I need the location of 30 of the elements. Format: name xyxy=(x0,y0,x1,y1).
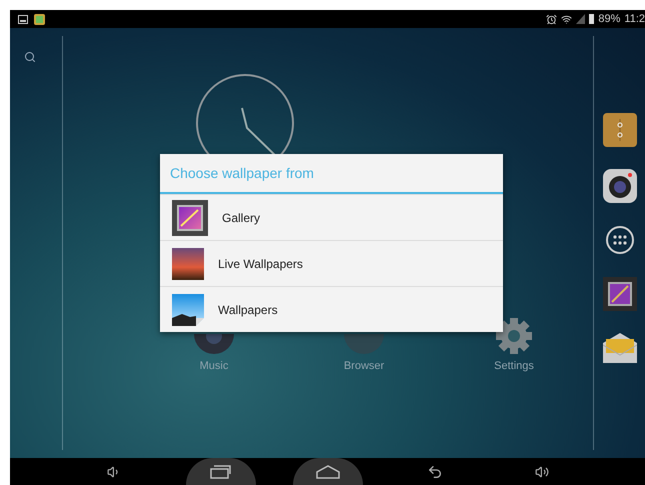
recents-button[interactable] xyxy=(186,458,256,485)
recents-icon xyxy=(210,464,232,478)
signal-icon xyxy=(576,14,586,24)
dialog-option[interactable]: Live Wallpapers xyxy=(160,240,503,286)
camera-icon[interactable] xyxy=(602,169,636,203)
sunset-icon xyxy=(172,248,204,280)
gear-icon xyxy=(494,316,534,356)
app-icon xyxy=(34,14,45,24)
search-icon[interactable] xyxy=(24,51,36,63)
dialog-option[interactable]: Gallery xyxy=(160,194,503,240)
volume-up-icon xyxy=(534,464,548,478)
alarm-icon xyxy=(546,14,558,24)
wifi-icon xyxy=(561,14,572,24)
battery-percent: 89% xyxy=(598,13,620,25)
landscape-icon xyxy=(172,294,204,326)
picture-frame-icon xyxy=(172,200,208,236)
status-time: 11:2 xyxy=(624,13,645,25)
app-label[interactable]: Settings xyxy=(494,360,534,372)
picture-frame-icon[interactable] xyxy=(602,277,636,311)
battery-icon xyxy=(589,14,594,24)
home-button[interactable] xyxy=(292,458,362,485)
back-icon xyxy=(426,464,442,480)
dialog-title: Choose wallpaper from xyxy=(160,154,503,194)
envelope-icon[interactable] xyxy=(602,333,636,363)
dialog-option[interactable]: Wallpapers xyxy=(160,286,503,332)
home-icon xyxy=(316,464,340,478)
image-icon xyxy=(18,14,28,24)
app-grid-icon[interactable] xyxy=(604,225,634,255)
archive-icon[interactable] xyxy=(602,113,636,147)
volume-down-icon xyxy=(106,464,120,478)
